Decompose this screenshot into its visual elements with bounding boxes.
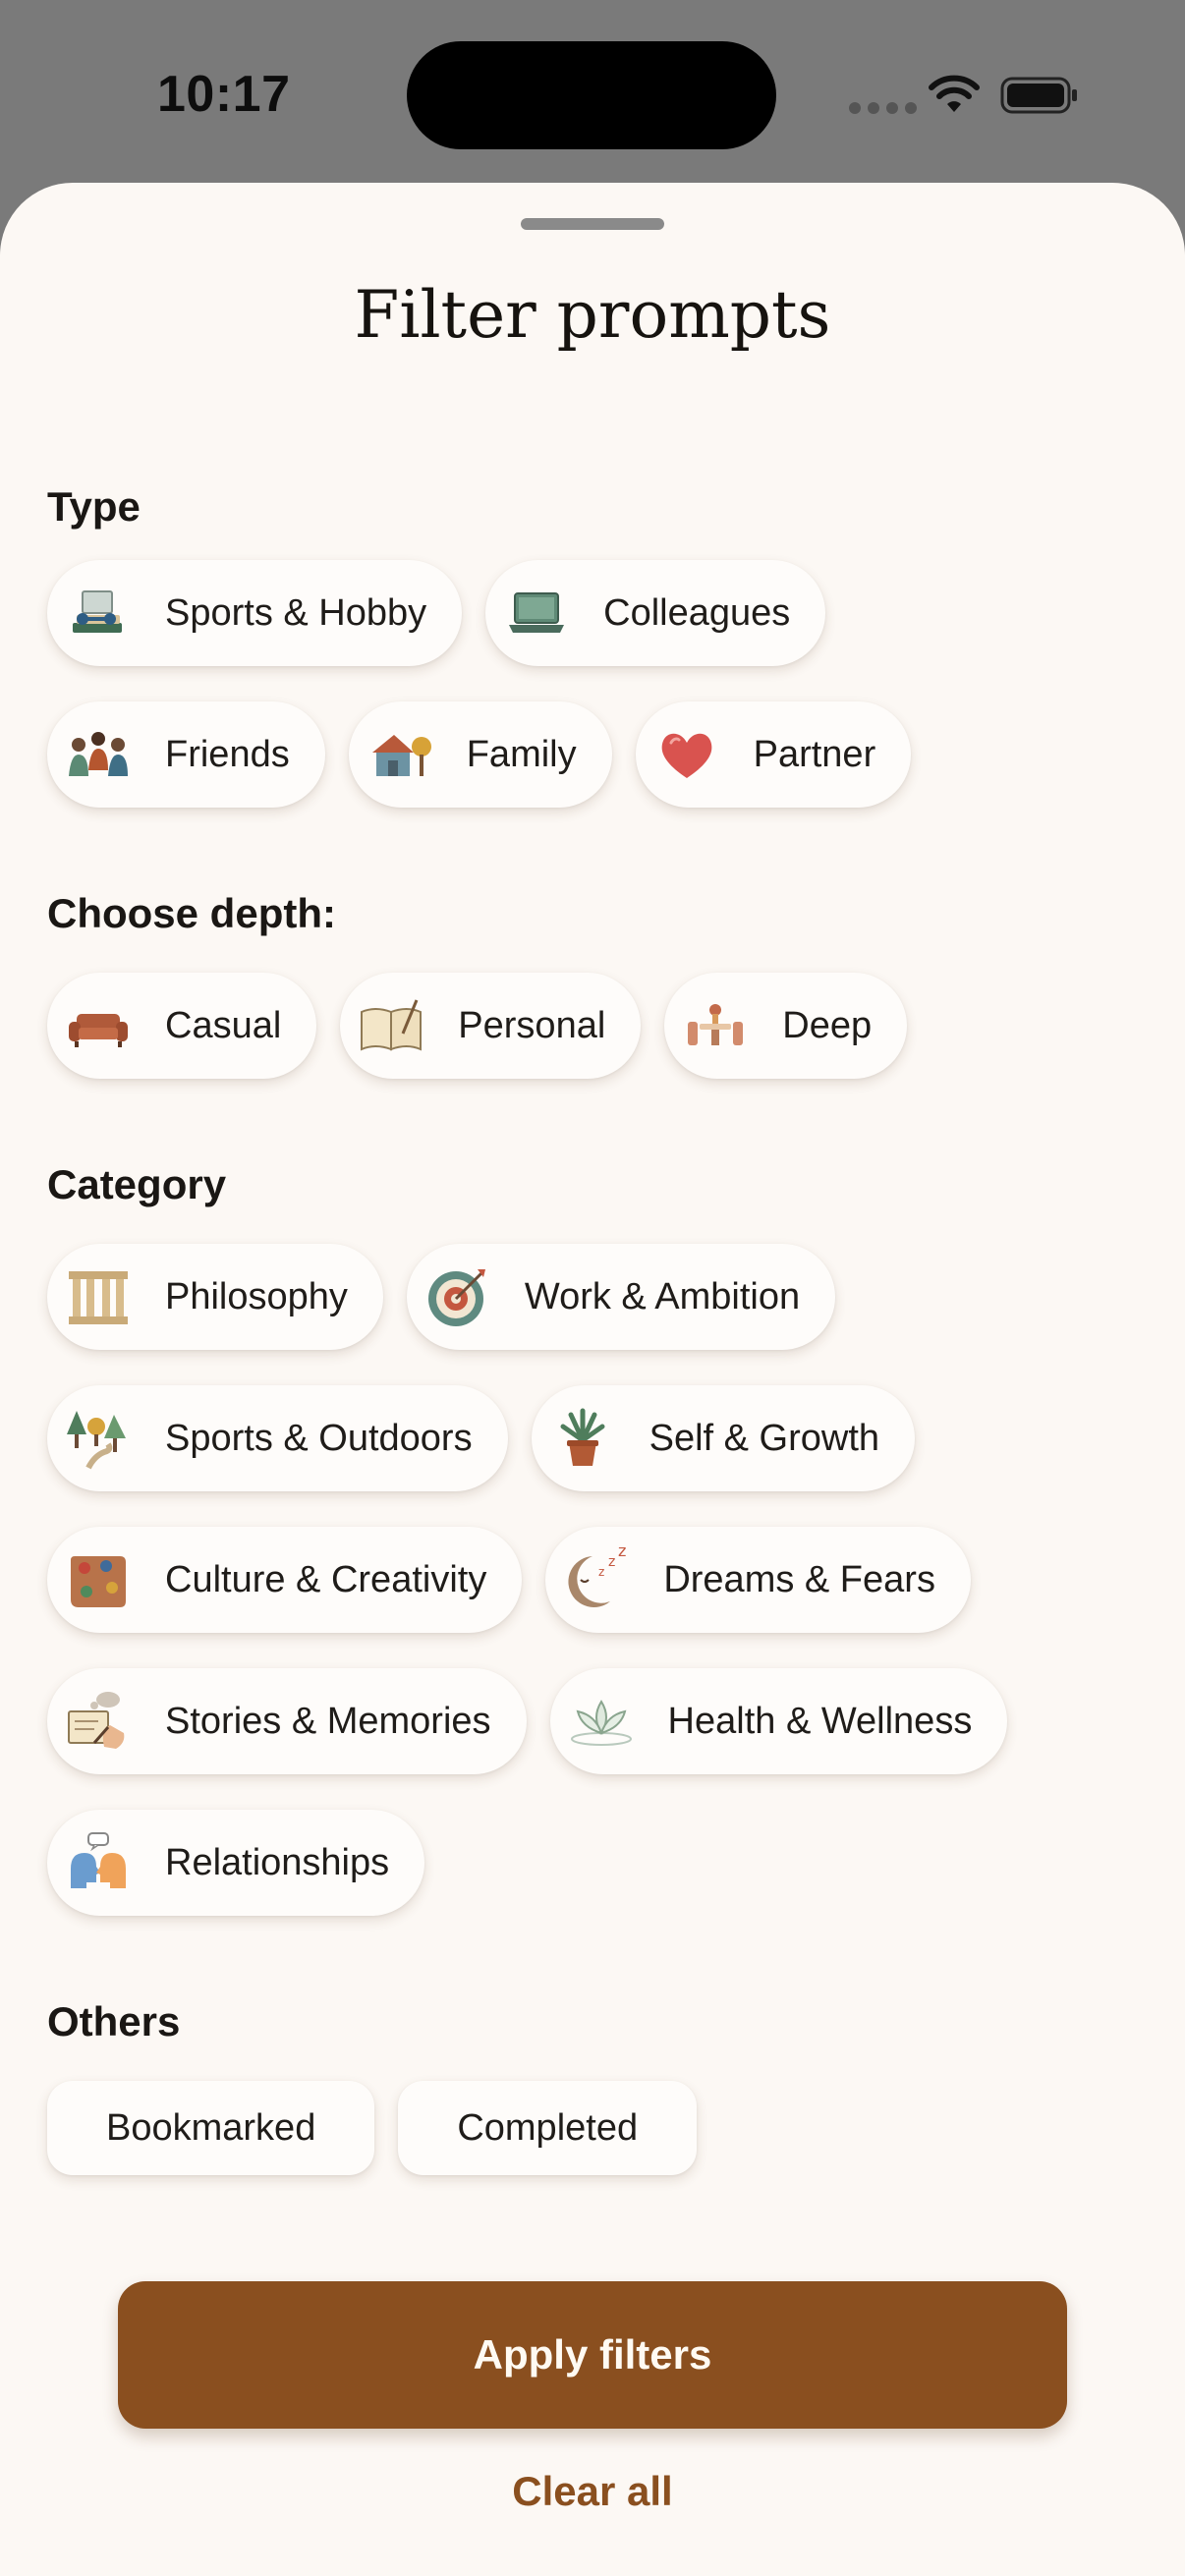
section-label-others: Others [47,1998,181,2044]
friends-talking-icon [65,721,132,788]
chip-label: Completed [457,2106,639,2149]
chip-health-wellness[interactable]: Health & Wellness [549,1668,1008,1774]
chip-deep[interactable]: Deep [664,973,908,1079]
chip-personal[interactable]: Personal [340,973,642,1079]
status-bar: 10:17 [0,0,1185,183]
sheet-grabber[interactable] [521,218,664,230]
heart-icon [653,721,720,788]
chip-label: Family [466,733,577,775]
chip-culture-creativity[interactable]: Culture & Creativity [47,1527,523,1633]
chip-sports-outdoors[interactable]: Sports & Outdoors [47,1385,508,1491]
chip-label: Sports & Hobby [165,591,427,634]
sheet-title: Filter prompts [354,277,831,353]
chip-completed[interactable]: Completed [398,2081,698,2175]
apply-filters-button[interactable]: Apply filters [118,2281,1067,2429]
section-label-type: Type [47,483,141,530]
chip-relationships[interactable]: Relationships [47,1810,425,1916]
chip-label: Partner [753,733,876,775]
chip-casual[interactable]: Casual [47,973,317,1079]
chip-sports-hobby[interactable]: Sports & Hobby [47,560,463,666]
chip-label: Bookmarked [106,2106,316,2149]
chip-self-growth[interactable]: Self & Growth [531,1385,916,1491]
chip-label: Personal [458,1004,606,1046]
svg-text:z: z [608,1554,615,1570]
target-icon [424,1263,491,1330]
chip-label: Friends [165,733,290,775]
chip-label: Sports & Outdoors [165,1417,473,1459]
chip-label: Work & Ambition [524,1275,801,1317]
chip-label: Self & Growth [649,1417,880,1459]
battery-icon [1000,77,1077,114]
house-icon [367,721,433,788]
chip-bookmarked[interactable]: Bookmarked [47,2081,375,2175]
clear-all-button[interactable]: Clear all [0,2468,1185,2515]
chip-label: Dreams & Fears [663,1558,935,1600]
chip-work-ambition[interactable]: Work & Ambition [406,1244,836,1350]
chip-label: Relationships [165,1841,390,1883]
chip-friends[interactable]: Friends [47,701,325,808]
filter-sheet: Filter prompts Type Sports & Hobby Colle… [0,183,1185,2576]
writing-hand-icon [65,1688,132,1755]
wifi-icon [929,75,980,112]
two-heads-talking-icon [65,1829,132,1896]
cellular-signal-icon [849,102,917,114]
paint-palette-icon [65,1546,132,1613]
chip-label: Casual [165,1004,282,1046]
section-label-category: Category [47,1161,227,1207]
chip-label: Deep [782,1004,873,1046]
sleeping-moon-icon: zzz [563,1546,630,1613]
chip-colleagues[interactable]: Colleagues [485,560,826,666]
svg-text:z: z [598,1565,604,1579]
columns-icon [65,1263,132,1330]
status-time: 10:17 [157,66,291,123]
chip-partner[interactable]: Partner [635,701,912,808]
laptop-icon [503,580,570,646]
trees-path-icon [65,1405,132,1472]
potted-plant-icon [549,1405,616,1472]
section-label-depth: Choose depth: [47,890,336,936]
books-dumbbell-icon [65,580,132,646]
chip-label: Philosophy [165,1275,348,1317]
lotus-icon [568,1688,635,1755]
dynamic-island [407,41,776,149]
chip-label: Health & Wellness [667,1700,973,1742]
table-chairs-icon [682,992,749,1059]
chip-philosophy[interactable]: Philosophy [47,1244,383,1350]
open-book-icon [358,992,424,1059]
chip-family[interactable]: Family [348,701,612,808]
svg-text:z: z [618,1546,626,1560]
chip-label: Stories & Memories [165,1700,491,1742]
chip-label: Culture & Creativity [165,1558,487,1600]
chip-dreams-fears[interactable]: zzz Dreams & Fears [545,1527,971,1633]
sofa-icon [65,992,132,1059]
chip-label: Colleagues [603,591,791,634]
chip-stories-memories[interactable]: Stories & Memories [47,1668,527,1774]
